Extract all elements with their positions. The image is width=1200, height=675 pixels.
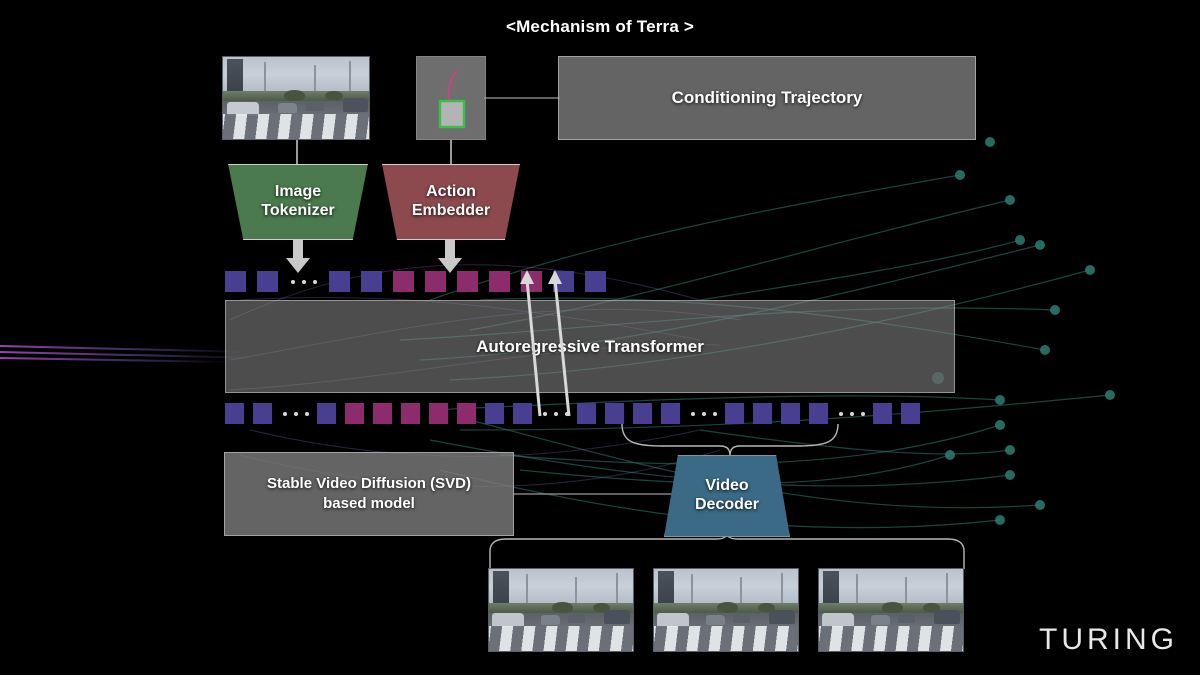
- token-square: [661, 403, 680, 424]
- token-square: [253, 403, 272, 424]
- token-square: [457, 403, 476, 424]
- token-ellipsis: [291, 271, 317, 292]
- token-square: [633, 403, 652, 424]
- svd-label-line1: Stable Video Diffusion (SVD): [267, 474, 471, 492]
- token-square: [725, 403, 744, 424]
- token-square: [585, 271, 606, 292]
- action-trajectory-thumbnail: [416, 56, 486, 140]
- token-square: [393, 271, 414, 292]
- diagram-canvas: <Mechanism of Terra > Conditioning Traje…: [0, 0, 1200, 675]
- svd-label-line2: based model: [323, 495, 415, 512]
- action-frame-to-embedder-connector: [450, 140, 452, 166]
- token-square: [457, 271, 478, 292]
- output-token-sequence: [225, 403, 929, 425]
- action-embedder-label-line1: Action: [426, 183, 476, 201]
- token-square: [605, 403, 624, 424]
- turing-logo: TURING: [1039, 623, 1178, 656]
- token-square: [225, 403, 244, 424]
- token-square: [373, 403, 392, 424]
- token-square: [513, 403, 532, 424]
- token-square: [401, 403, 420, 424]
- token-square: [809, 403, 828, 424]
- generated-frame-1: [488, 568, 634, 652]
- svd-model-box: Stable Video Diffusion (SVD) based model: [224, 452, 514, 536]
- token-ellipsis: [839, 403, 865, 424]
- token-square: [753, 403, 772, 424]
- frame-to-tokenizer-connector: [296, 140, 298, 166]
- token-square: [361, 271, 382, 292]
- action-embedder-label-line2: Embedder: [411, 202, 491, 219]
- token-square: [485, 403, 504, 424]
- token-square: [345, 403, 364, 424]
- token-square: [781, 403, 800, 424]
- image-tokenizer-label-line1: Image: [274, 183, 322, 201]
- tokenizer-output-arrow: [286, 240, 310, 273]
- conditioning-trajectory-label: Conditioning Trajectory: [671, 88, 863, 107]
- image-tokenizer-node: Image Tokenizer: [228, 164, 368, 240]
- token-square: [329, 271, 350, 292]
- token-ellipsis: [283, 403, 309, 424]
- tokens-to-decoder-bracket: [621, 424, 839, 456]
- embedder-output-arrow: [438, 240, 462, 273]
- token-square: [901, 403, 920, 424]
- token-square: [429, 403, 448, 424]
- autoregressive-transformer-box: Autoregressive Transformer: [225, 300, 955, 393]
- video-decoder-node: Video Decoder: [664, 455, 790, 537]
- svd-to-decoder-connector: [514, 493, 674, 495]
- token-square: [577, 403, 596, 424]
- token-ellipsis: [543, 403, 569, 424]
- token-square: [873, 403, 892, 424]
- action-embedder-node: Action Embedder: [382, 164, 520, 240]
- image-tokenizer-label-line2: Tokenizer: [261, 202, 335, 219]
- video-decoder-label-line1: Video: [705, 477, 749, 495]
- generated-frame-2: [653, 568, 799, 652]
- page-title: <Mechanism of Terra >: [505, 17, 695, 36]
- token-square: [225, 271, 246, 292]
- token-ellipsis: [691, 403, 717, 424]
- decoder-to-frames-bracket: [489, 537, 965, 569]
- generated-frame-3: [818, 568, 964, 652]
- conditioning-trajectory-box: Conditioning Trajectory: [558, 56, 976, 140]
- token-square: [257, 271, 278, 292]
- input-frame-thumbnail: [222, 56, 370, 140]
- autoregressive-feedback-arrows: [520, 270, 571, 417]
- action-to-conditioning-connector: [484, 97, 560, 99]
- token-square: [425, 271, 446, 292]
- video-decoder-label-line2: Decoder: [694, 496, 760, 513]
- token-square: [317, 403, 336, 424]
